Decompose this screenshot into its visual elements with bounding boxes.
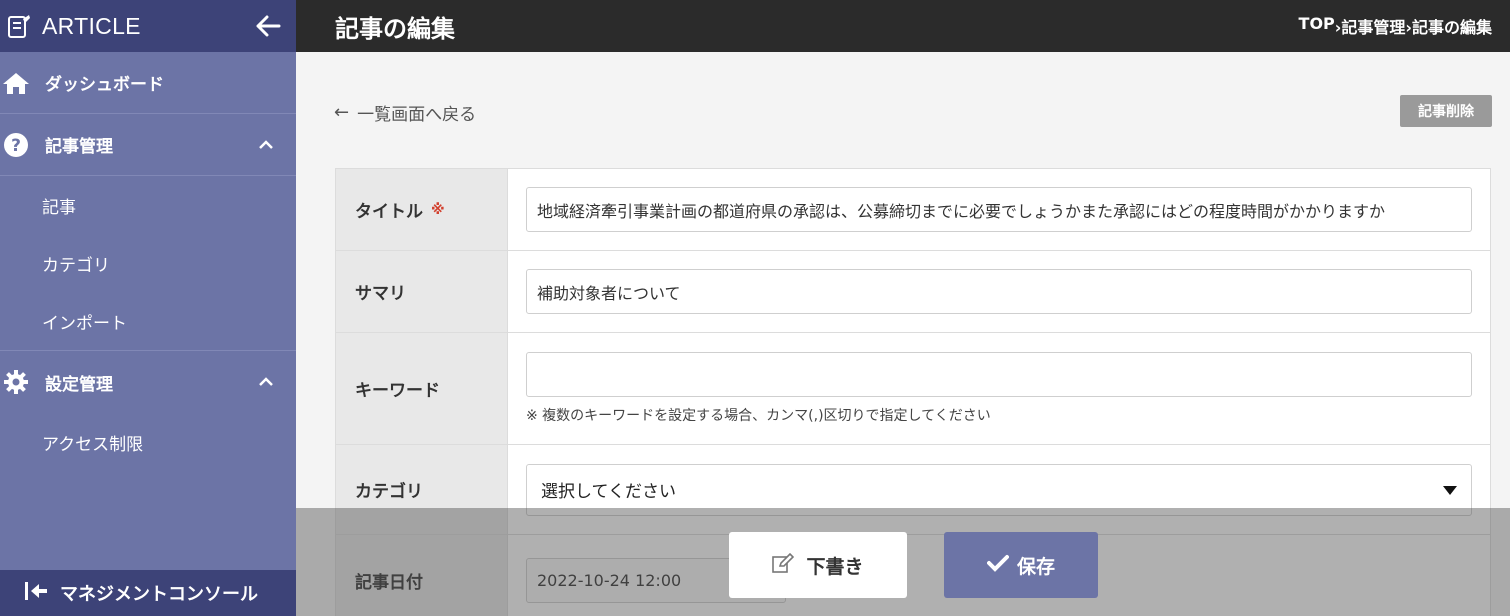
caret-down-icon	[1443, 480, 1457, 500]
back-to-list-link[interactable]: ← 一覧画面へ戻る	[334, 100, 476, 125]
required-mark: ※	[431, 201, 445, 218]
chevron-up-icon[interactable]	[246, 377, 286, 387]
breadcrumb: TOP ›記事管理 ›記事の編集	[1299, 14, 1492, 38]
title-input[interactable]: 地域経済牽引事業計画の都道府県の承認は、公募締切までに必要でしょうかまた承認には…	[526, 187, 1472, 232]
title-label-text: タイトル	[355, 202, 423, 222]
keyword-hint: ※ 複数のキーワードを設定する場合、カンマ(,)区切りで指定してください	[526, 408, 991, 424]
breadcrumb-current: ›記事の編集	[1405, 18, 1492, 37]
sidebar: ARTICLE ダッシュボード ? 記事管理 記事 カテゴリ インポート 設定管…	[0, 0, 296, 616]
console-label: マネジメントコンソール	[60, 584, 258, 605]
sidebar-item-label: ダッシュボード	[45, 75, 164, 95]
keyword-input[interactable]	[526, 352, 1472, 397]
check-icon	[986, 554, 1009, 577]
action-bar: 下書き 保存	[296, 508, 1510, 616]
collapse-sidebar-button[interactable]	[248, 6, 288, 46]
gear-icon	[1, 367, 31, 397]
svg-text:?: ?	[11, 136, 21, 156]
brand-bar: ARTICLE	[0, 0, 296, 52]
sidebar-item-label: 記事管理	[45, 137, 113, 157]
sidebar-item-import[interactable]: インポート	[0, 292, 296, 350]
keyword-label: キーワード	[336, 333, 508, 444]
arrow-left-icon	[256, 15, 281, 37]
draft-label: 下書き	[806, 555, 864, 578]
sidebar-item-access[interactable]: アクセス制限	[0, 413, 296, 471]
save-label: 保存	[1016, 555, 1055, 578]
exit-arrow-icon	[24, 581, 48, 605]
management-console-link[interactable]: マネジメントコンソール	[0, 570, 296, 616]
chevron-up-icon[interactable]	[246, 139, 286, 150]
summary-field-wrap: 補助対象者について	[508, 251, 1490, 332]
articles-submenu: 記事 カテゴリ インポート	[0, 176, 296, 351]
back-link-label: 一覧画面へ戻る	[357, 105, 477, 125]
save-button[interactable]: 保存	[944, 532, 1098, 598]
header: 記事の編集 TOP ›記事管理 ›記事の編集	[296, 0, 1510, 52]
title-label: タイトル ※	[336, 169, 508, 250]
form-row-keyword: キーワード ※ 複数のキーワードを設定する場合、カンマ(,)区切りで指定してくだ…	[336, 333, 1490, 445]
edit-icon	[772, 552, 795, 578]
keyword-field-wrap: ※ 複数のキーワードを設定する場合、カンマ(,)区切りで指定してください	[508, 333, 1490, 444]
delete-article-button[interactable]: 記事削除	[1400, 95, 1492, 127]
sidebar-item-articles[interactable]: 記事	[0, 176, 296, 234]
breadcrumb-articles[interactable]: ›記事管理	[1335, 14, 1406, 38]
breadcrumb-top[interactable]: TOP	[1299, 14, 1335, 38]
form-row-title: タイトル ※ 地域経済牽引事業計画の都道府県の承認は、公募締切までに必要でしょう…	[336, 169, 1490, 251]
summary-label: サマリ	[336, 251, 508, 332]
title-field-wrap: 地域経済牽引事業計画の都道府県の承認は、公募締切までに必要でしょうかまた承認には…	[508, 169, 1490, 250]
sidebar-item-label: 設定管理	[45, 374, 113, 395]
article-logo-icon	[6, 13, 32, 39]
category-selected-value: 選択してください	[541, 482, 676, 502]
summary-input[interactable]: 補助対象者について	[526, 269, 1472, 314]
draft-button[interactable]: 下書き	[729, 532, 907, 598]
home-icon	[1, 68, 31, 98]
question-circle-icon: ?	[1, 130, 31, 160]
sidebar-item-dashboard[interactable]: ダッシュボード	[0, 52, 296, 114]
sidebar-group-articles[interactable]: ? 記事管理	[0, 114, 296, 176]
arrow-left-icon: ←	[334, 102, 350, 123]
sidebar-group-settings[interactable]: 設定管理	[0, 351, 296, 413]
sidebar-item-categories[interactable]: カテゴリ	[0, 234, 296, 292]
brand-title: ARTICLE	[42, 12, 141, 39]
page-title: 記事の編集	[335, 14, 455, 43]
form-row-summary: サマリ 補助対象者について	[336, 251, 1490, 333]
